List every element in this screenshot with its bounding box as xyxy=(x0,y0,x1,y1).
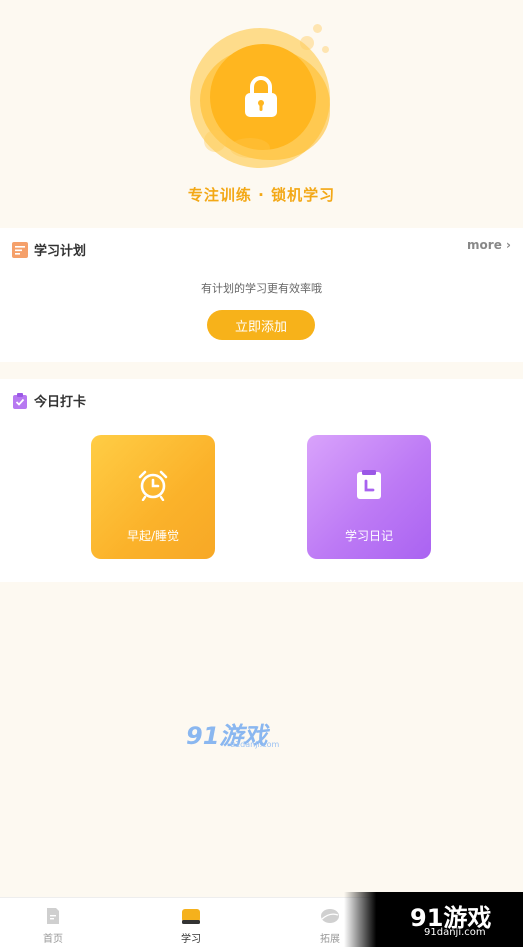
checkin-card: 今日打卡 早起/睡觉 学习日记 xyxy=(0,379,523,582)
leaf-icon xyxy=(321,909,339,923)
study-plan-card: 学习计划 more › 有计划的学习更有效率哦 立即添加 xyxy=(0,228,523,362)
study-diary-label: 学习日记 xyxy=(344,529,393,543)
hero-bubble xyxy=(322,46,329,53)
clipboard-icon xyxy=(13,392,27,409)
wake-sleep-label: 早起/睡觉 xyxy=(126,529,180,543)
hero-bubble xyxy=(313,24,322,33)
checkin-header: 今日打卡 xyxy=(12,391,86,410)
watermark-url: 91danji.com xyxy=(230,740,280,749)
study-diary-tile[interactable]: 学习日记 xyxy=(307,435,431,559)
home-doc-icon xyxy=(47,908,59,924)
study-plan-hint: 有计划的学习更有效率哦 xyxy=(201,282,322,295)
hero-banner: 专注训练 · 锁机学习 xyxy=(0,0,523,228)
lock-icon[interactable] xyxy=(242,74,280,118)
hero-bubble xyxy=(230,138,270,158)
hero-title: 专注训练 · 锁机学习 xyxy=(187,186,336,204)
hero-bubble xyxy=(300,36,314,50)
study-plan-header: 学习计划 xyxy=(12,240,86,259)
nav-item-home[interactable]: 首页 xyxy=(23,898,83,947)
nav-label-home: 首页 xyxy=(43,934,63,945)
more-label: more xyxy=(467,238,502,252)
study-plan-title: 学习计划 xyxy=(34,244,87,259)
book-icon xyxy=(182,909,200,924)
wake-sleep-tile[interactable]: 早起/睡觉 xyxy=(91,435,215,559)
watermark-logo: 91游戏 91danji.com xyxy=(186,716,286,752)
alarm-clock-icon xyxy=(138,470,168,501)
add-plan-button[interactable]: 立即添加 xyxy=(207,310,315,340)
diary-icon xyxy=(357,470,381,499)
document-icon xyxy=(12,241,28,258)
chevron-right-icon: › xyxy=(506,238,511,252)
hero-blob xyxy=(204,130,226,152)
checkin-title: 今日打卡 xyxy=(34,395,87,410)
corner-watermark: 91游戏 91danji.com xyxy=(344,892,523,947)
nav-label-study: 学习 xyxy=(181,934,201,945)
corner-watermark-url: 91danji.com xyxy=(424,927,486,938)
nav-item-study[interactable]: 学习 xyxy=(161,898,221,947)
more-link[interactable]: more › xyxy=(467,238,511,252)
